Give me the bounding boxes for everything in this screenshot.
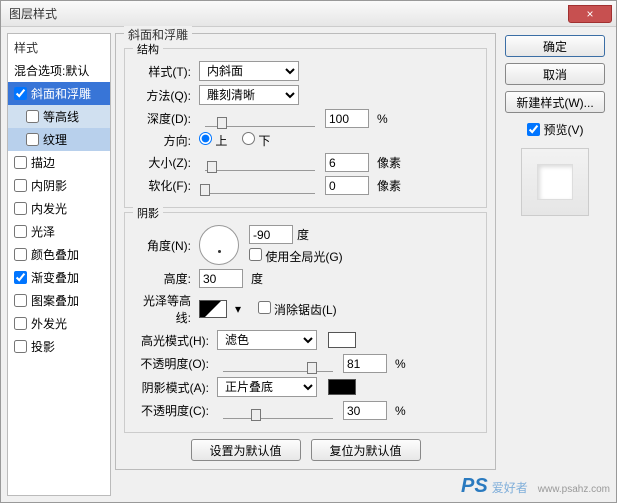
bevel-group: 斜面和浮雕 结构 样式(T):内斜面 方法(Q):雕刻清晰 深度(D):% 方向… <box>115 33 496 470</box>
highlight-mode-label: 高光模式(H): <box>131 332 209 349</box>
style-checkbox[interactable] <box>14 317 27 330</box>
watermark: PS 爱好者 www.psahz.com <box>461 475 610 498</box>
style-label: 图案叠加 <box>31 292 79 309</box>
reset-default-button[interactable]: 复位为默认值 <box>311 439 421 461</box>
shading-group: 阴影 角度(N): 度 使用全局光(G) 高度:度 光泽等高线:▾ 消除锯齿(L… <box>124 212 487 433</box>
style-checkbox[interactable] <box>14 87 27 100</box>
shading-label: 阴影 <box>133 205 163 221</box>
style-row-1[interactable]: 等高线 <box>8 105 110 128</box>
style-row-4[interactable]: 内阴影 <box>8 174 110 197</box>
antialias-check[interactable]: 消除锯齿(L) <box>258 301 337 318</box>
altitude-input[interactable] <box>199 269 243 288</box>
style-label: 斜面和浮雕 <box>31 85 91 102</box>
shadow-mode-select[interactable]: 正片叠底 <box>217 377 317 397</box>
shadow-opacity-label: 不透明度(C): <box>131 402 209 419</box>
style-checkbox[interactable] <box>14 248 27 261</box>
style-row-7[interactable]: 颜色叠加 <box>8 243 110 266</box>
shadow-opacity-input[interactable] <box>343 401 387 420</box>
style-checkbox[interactable] <box>14 156 27 169</box>
style-row-5[interactable]: 内发光 <box>8 197 110 220</box>
preview-box <box>521 148 589 216</box>
angle-dial[interactable] <box>199 225 239 265</box>
style-label: 等高线 <box>43 108 79 125</box>
new-style-button[interactable]: 新建样式(W)... <box>505 91 605 113</box>
style-label: 光泽 <box>31 223 55 240</box>
dir-up-radio[interactable]: 上 <box>199 132 227 149</box>
altitude-label: 高度: <box>131 270 191 287</box>
styles-list: 样式 混合选项:默认 斜面和浮雕等高线纹理描边内阴影内发光光泽颜色叠加渐变叠加图… <box>7 33 111 496</box>
style-checkbox[interactable] <box>26 133 39 146</box>
soften-label: 软化(F): <box>131 177 191 194</box>
style-checkbox[interactable] <box>14 271 27 284</box>
style-label: 外发光 <box>31 315 67 332</box>
depth-input[interactable] <box>325 109 369 128</box>
shadow-mode-label: 阴影模式(A): <box>131 379 209 396</box>
style-checkbox[interactable] <box>14 225 27 238</box>
style-label: 纹理 <box>43 131 67 148</box>
style-label: 描边 <box>31 154 55 171</box>
depth-slider[interactable] <box>205 111 315 127</box>
highlight-opacity-slider[interactable] <box>223 356 333 372</box>
style-row-0[interactable]: 斜面和浮雕 <box>8 82 110 105</box>
direction-label: 方向: <box>131 132 191 149</box>
window-title: 图层样式 <box>9 5 57 22</box>
technique-select[interactable]: 雕刻清晰 <box>199 85 299 105</box>
global-light-check[interactable]: 使用全局光(G) <box>249 248 343 265</box>
soften-input[interactable] <box>325 176 369 195</box>
close-icon: × <box>586 7 593 21</box>
make-default-button[interactable]: 设置为默认值 <box>191 439 301 461</box>
shadow-opacity-slider[interactable] <box>223 403 333 419</box>
style-select[interactable]: 内斜面 <box>199 61 299 81</box>
dialog-buttons: 确定 取消 新建样式(W)... 预览(V) <box>500 33 610 496</box>
angle-label: 角度(N): <box>131 237 191 254</box>
style-row-8[interactable]: 渐变叠加 <box>8 266 110 289</box>
style-row-9[interactable]: 图案叠加 <box>8 289 110 312</box>
soften-slider[interactable] <box>205 178 315 194</box>
style-checkbox[interactable] <box>26 110 39 123</box>
gloss-label: 光泽等高线: <box>131 292 191 326</box>
technique-label: 方法(Q): <box>131 87 191 104</box>
style-label: 颜色叠加 <box>31 246 79 263</box>
blend-options-row[interactable]: 混合选项:默认 <box>8 59 110 82</box>
structure-label: 结构 <box>133 41 163 57</box>
layer-style-dialog: 图层样式 × 样式 混合选项:默认 斜面和浮雕等高线纹理描边内阴影内发光光泽颜色… <box>0 0 617 503</box>
size-input[interactable] <box>325 153 369 172</box>
style-row-10[interactable]: 外发光 <box>8 312 110 335</box>
ok-button[interactable]: 确定 <box>505 35 605 57</box>
styles-header: 样式 <box>8 36 110 59</box>
style-checkbox[interactable] <box>14 202 27 215</box>
titlebar: 图层样式 × <box>1 1 616 27</box>
style-checkbox[interactable] <box>14 294 27 307</box>
shadow-color-swatch[interactable] <box>328 379 356 395</box>
structure-group: 结构 样式(T):内斜面 方法(Q):雕刻清晰 深度(D):% 方向: 上 下 … <box>124 48 487 208</box>
cancel-button[interactable]: 取消 <box>505 63 605 85</box>
style-row-11[interactable]: 投影 <box>8 335 110 358</box>
depth-label: 深度(D): <box>131 110 191 127</box>
style-row-3[interactable]: 描边 <box>8 151 110 174</box>
style-row-6[interactable]: 光泽 <box>8 220 110 243</box>
highlight-color-swatch[interactable] <box>328 332 356 348</box>
settings-panel: 斜面和浮雕 结构 样式(T):内斜面 方法(Q):雕刻清晰 深度(D):% 方向… <box>115 33 496 496</box>
chevron-down-icon[interactable]: ▾ <box>233 302 243 316</box>
style-label: 渐变叠加 <box>31 269 79 286</box>
close-button[interactable]: × <box>568 5 612 23</box>
style-label: 内阴影 <box>31 177 67 194</box>
preview-check[interactable]: 预览(V) <box>527 121 584 138</box>
highlight-opacity-label: 不透明度(O): <box>131 355 209 372</box>
style-label: 内发光 <box>31 200 67 217</box>
style-row-2[interactable]: 纹理 <box>8 128 110 151</box>
preview-thumb <box>537 164 573 200</box>
style-label: 样式(T): <box>131 63 191 80</box>
highlight-mode-select[interactable]: 滤色 <box>217 330 317 350</box>
style-checkbox[interactable] <box>14 179 27 192</box>
angle-input[interactable] <box>249 225 293 244</box>
highlight-opacity-input[interactable] <box>343 354 387 373</box>
gloss-contour-swatch[interactable] <box>199 300 227 318</box>
dir-down-radio[interactable]: 下 <box>242 132 270 149</box>
style-label: 投影 <box>31 338 55 355</box>
size-label: 大小(Z): <box>131 154 191 171</box>
style-checkbox[interactable] <box>14 340 27 353</box>
size-slider[interactable] <box>205 155 315 171</box>
